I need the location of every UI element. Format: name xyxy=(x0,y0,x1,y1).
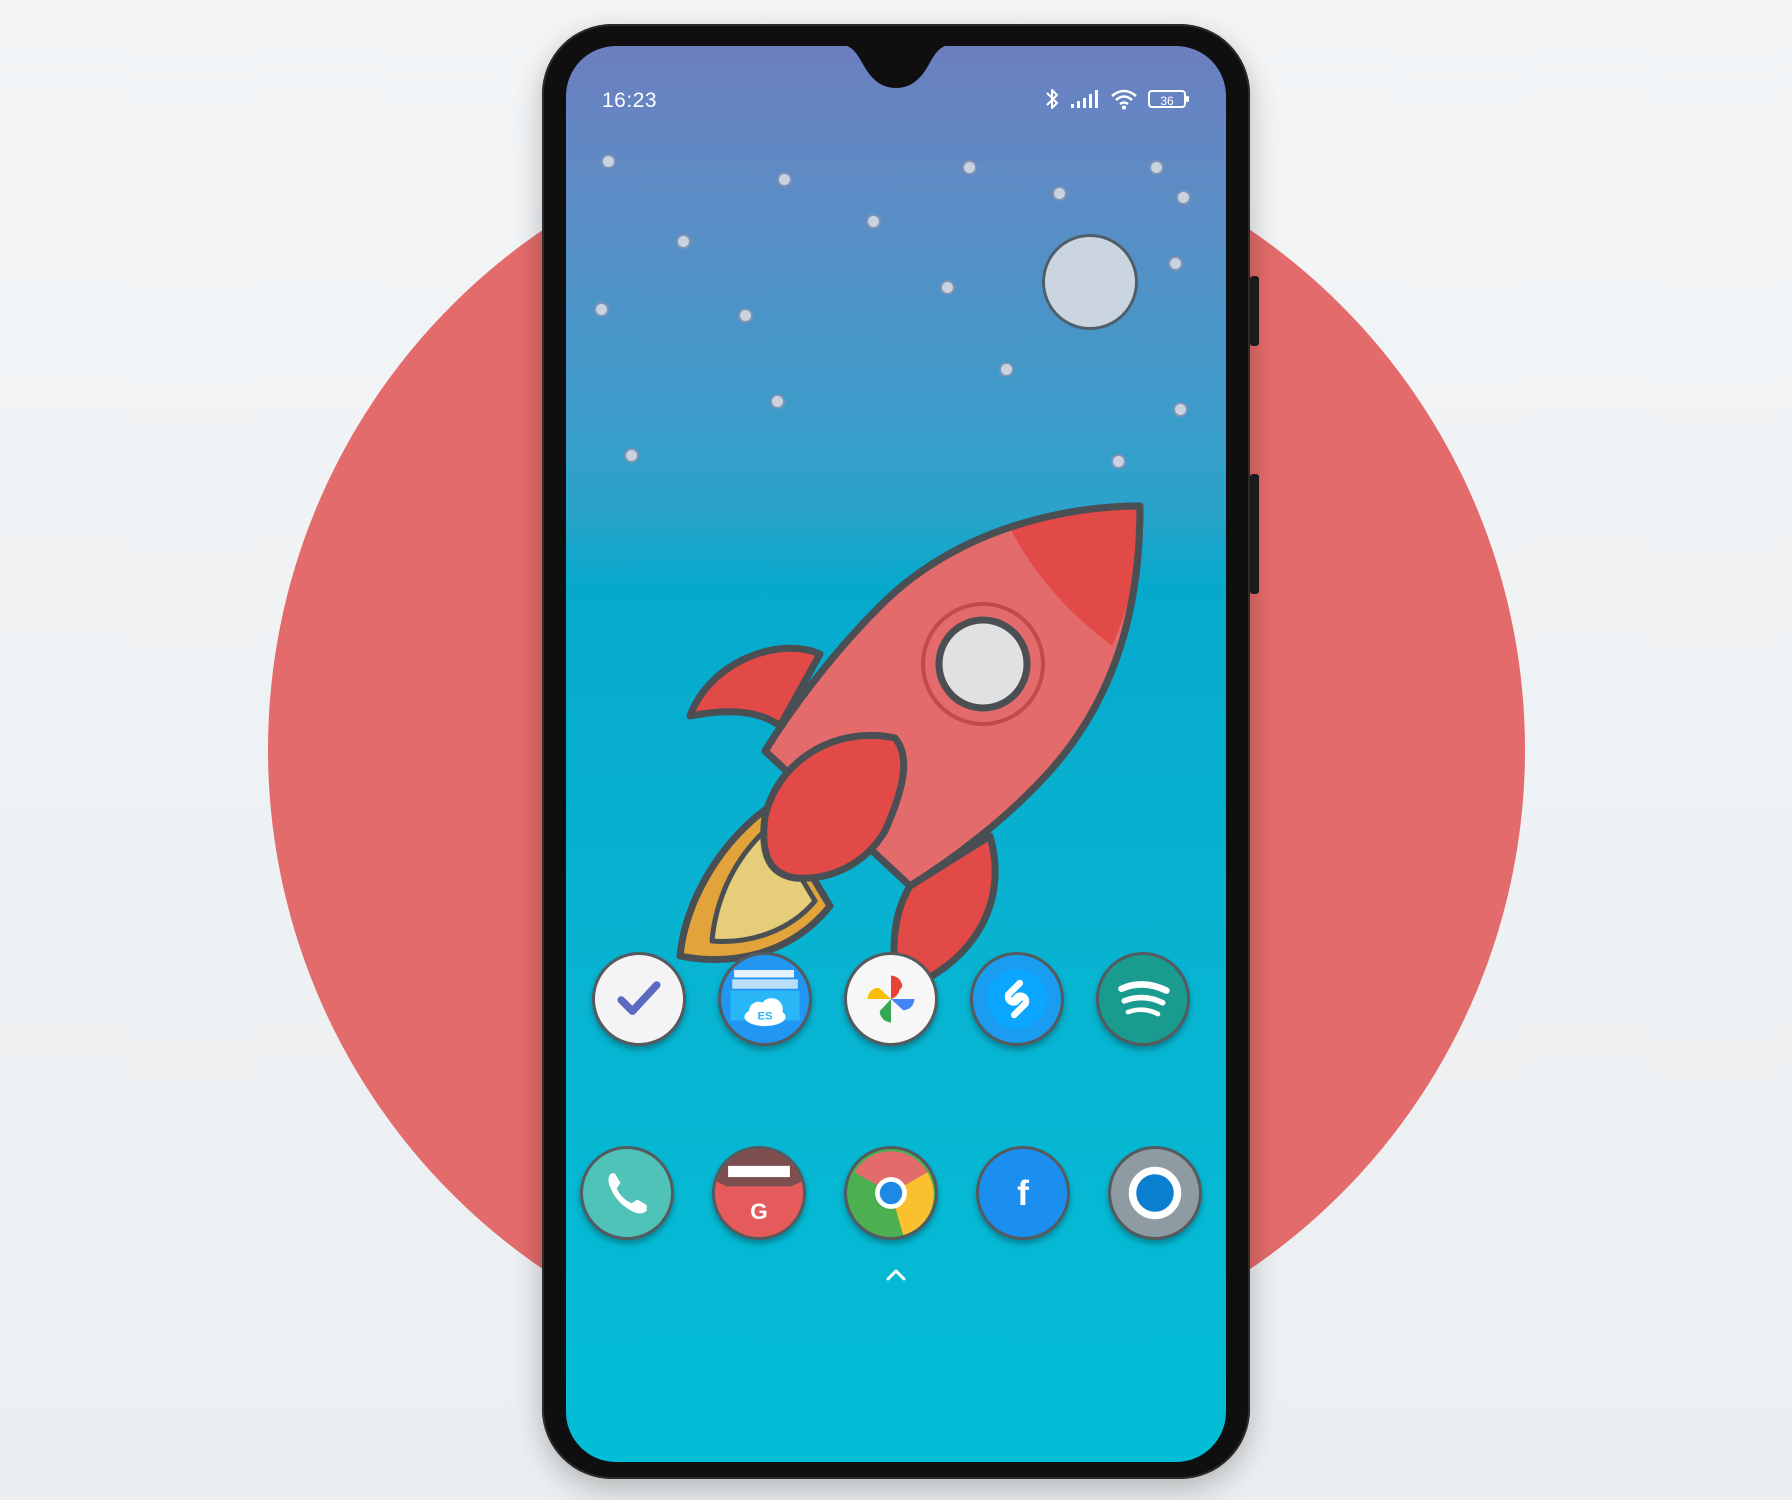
app-icon-es-file-explorer[interactable]: ES xyxy=(718,952,812,1046)
star xyxy=(962,160,977,175)
pinwheel-icon xyxy=(867,975,915,1023)
app-icon-spotify[interactable] xyxy=(1096,952,1190,1046)
star xyxy=(1173,402,1188,417)
svg-text:ES: ES xyxy=(758,1011,773,1023)
app-icon-tasks[interactable] xyxy=(592,952,686,1046)
camera-ring-icon xyxy=(1128,1166,1182,1220)
dock-app-gmail[interactable]: G xyxy=(712,1146,806,1240)
dock-app-chrome[interactable] xyxy=(844,1146,938,1240)
bluetooth-icon xyxy=(1046,89,1058,109)
checkmark-icon xyxy=(617,981,661,1015)
star xyxy=(770,394,785,409)
app-icon-google-photos[interactable] xyxy=(844,952,938,1046)
rocket-illustration xyxy=(676,502,1144,995)
dock-app-camera[interactable] xyxy=(1108,1146,1202,1240)
star xyxy=(940,280,955,295)
battery-level: 36 xyxy=(1160,94,1174,108)
power-button xyxy=(1250,474,1259,594)
moon xyxy=(1042,234,1138,330)
star xyxy=(866,214,881,229)
phone-icon xyxy=(608,1173,647,1214)
volume-button xyxy=(1250,276,1259,346)
status-icons: 36 xyxy=(1044,86,1189,112)
star xyxy=(999,362,1014,377)
star xyxy=(594,302,609,317)
status-time: 16:23 xyxy=(602,89,658,112)
mail-icon: G xyxy=(715,1149,803,1237)
dock-app-phone[interactable] xyxy=(580,1146,674,1240)
phone-device: 16:23 36 ES G f xyxy=(542,24,1259,1479)
star xyxy=(601,154,616,169)
facebook-letter: f xyxy=(1017,1173,1029,1213)
wifi-icon xyxy=(1111,89,1137,110)
star xyxy=(1052,186,1067,201)
battery-icon: 36 xyxy=(1148,90,1189,108)
star xyxy=(777,172,792,187)
app-icon-shazam[interactable] xyxy=(970,952,1064,1046)
chevron-up-icon[interactable] xyxy=(882,1266,910,1284)
star xyxy=(676,234,691,249)
folder-cloud-icon: ES xyxy=(730,969,800,1027)
star xyxy=(738,308,753,323)
star xyxy=(624,448,639,463)
home-screen: 16:23 36 ES G f xyxy=(566,46,1226,1462)
facebook-icon: f xyxy=(1017,1173,1029,1213)
star xyxy=(1111,454,1126,469)
star xyxy=(1176,190,1191,205)
star xyxy=(1149,160,1164,175)
signal-icon xyxy=(1071,90,1098,108)
camera-notch xyxy=(847,46,945,88)
shazam-icon xyxy=(987,969,1047,1029)
spotify-icon xyxy=(1118,981,1170,1017)
dock-app-facebook[interactable]: f xyxy=(976,1146,1070,1240)
gmail-letter: G xyxy=(750,1199,767,1224)
star xyxy=(1168,256,1183,271)
chrome-icon xyxy=(847,1151,934,1237)
